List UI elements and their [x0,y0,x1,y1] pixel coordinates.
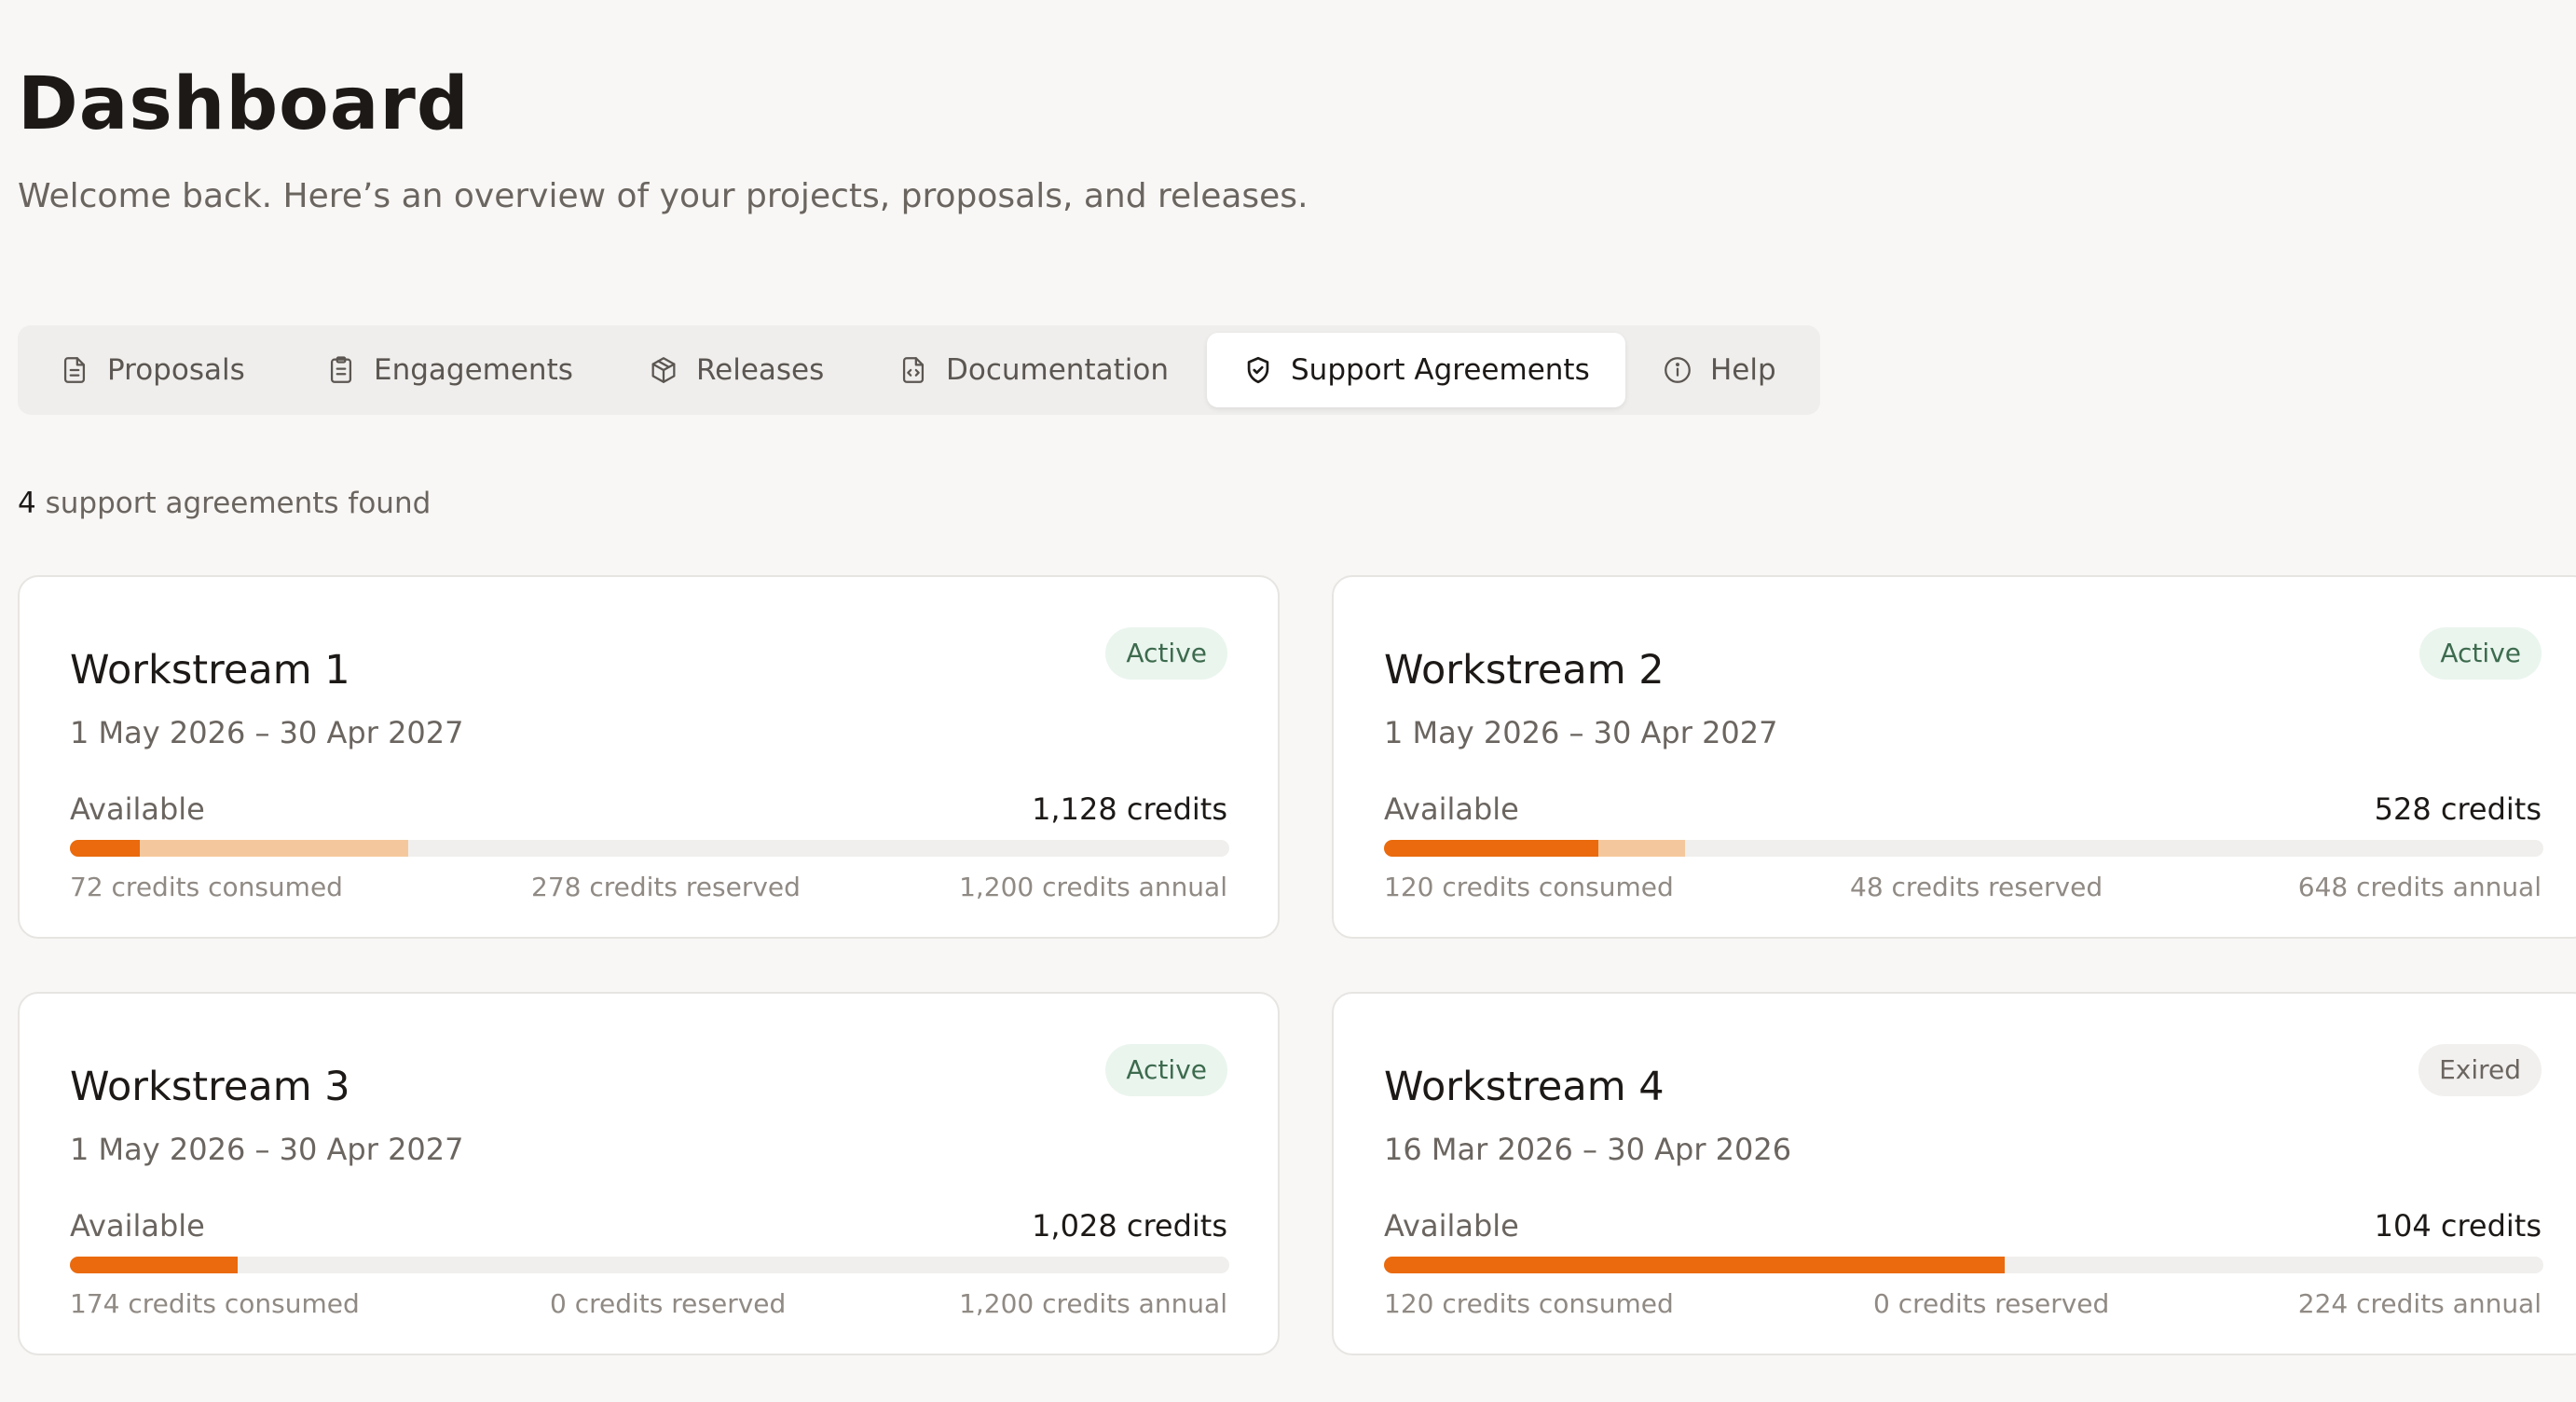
available-credits: 1,128 credits [1032,791,1227,827]
agreement-card[interactable]: Workstream 4 Exired 16 Mar 2026 – 30 Apr… [1332,992,2576,1355]
tab-support-agreements[interactable]: Support Agreements [1207,333,1625,407]
tab-label: Engagements [374,353,573,387]
available-label: Available [70,1208,205,1244]
tab-releases[interactable]: Releases [648,333,824,407]
consumed-segment [70,1257,239,1273]
credit-usage-bar [70,1257,1229,1273]
card-title: Workstream 1 [70,647,350,694]
available-credits: 104 credits [2374,1208,2542,1244]
tab-proposals[interactable]: Proposals [59,333,245,407]
annual-credits: 1,200 credits annual [959,1288,1227,1319]
reserved-segment [139,840,408,857]
tab-documentation[interactable]: Documentation [897,333,1169,407]
tab-engagements[interactable]: Engagements [325,333,573,407]
tab-help[interactable]: Help [1662,333,1776,407]
card-dates: 1 May 2026 – 30 Apr 2027 [70,1132,464,1167]
annual-credits: 224 credits annual [2297,1288,2542,1319]
tab-bar: Proposals Engagements Releases Documenta… [18,325,1820,415]
consumed-credits: 120 credits consumed [1384,872,1674,902]
clipboard-icon [325,354,357,386]
annual-credits: 1,200 credits annual [959,872,1227,902]
agreement-card[interactable]: Workstream 3 Active 1 May 2026 – 30 Apr … [18,992,1280,1355]
consumed-segment [70,840,140,857]
available-label: Available [70,791,205,827]
shield-check-icon [1242,354,1274,386]
card-title: Workstream 2 [1384,647,1665,694]
info-icon [1662,354,1693,386]
credit-usage-bar [1384,1257,2543,1273]
result-count-number: 4 [18,487,36,520]
consumed-segment [1384,840,1599,857]
reserved-credits: 0 credits reserved [550,1288,787,1319]
available-credits: 528 credits [2374,791,2542,827]
agreement-card[interactable]: Workstream 1 Active 1 May 2026 – 30 Apr … [18,575,1280,939]
consumed-credits: 120 credits consumed [1384,1288,1674,1319]
tab-label: Releases [696,353,825,387]
agreement-card[interactable]: Workstream 2 Active 1 May 2026 – 30 Apr … [1332,575,2576,939]
tab-label: Documentation [946,353,1169,387]
package-icon [648,354,679,386]
annual-credits: 648 credits annual [2297,872,2542,902]
dashboard-page: Dashboard Welcome back. Here’s an overvi… [18,0,2576,1402]
reserved-credits: 0 credits reserved [1873,1288,2110,1319]
card-title: Workstream 4 [1384,1064,1665,1110]
available-label: Available [1384,1208,1519,1244]
tab-label: Proposals [107,353,245,387]
consumed-credits: 72 credits consumed [70,872,343,902]
card-dates: 16 Mar 2026 – 30 Apr 2026 [1384,1132,1792,1167]
card-dates: 1 May 2026 – 30 Apr 2027 [70,715,464,750]
reserved-credits: 48 credits reserved [1850,872,2103,902]
tab-label: Help [1710,353,1776,387]
status-badge: Active [1105,627,1227,680]
reserved-segment [1598,840,1685,857]
available-credits: 1,028 credits [1032,1208,1227,1244]
status-badge: Exired [2418,1044,2542,1096]
card-dates: 1 May 2026 – 30 Apr 2027 [1384,715,1778,750]
card-title: Workstream 3 [70,1064,350,1110]
consumed-credits: 174 credits consumed [70,1288,360,1319]
page-title: Dashboard [18,62,470,146]
available-label: Available [1384,791,1519,827]
credit-usage-bar [70,840,1229,857]
tab-label: Support Agreements [1291,353,1590,387]
page-subtitle: Welcome back. Here’s an overview of your… [18,177,1309,215]
consumed-segment [1384,1257,2006,1273]
file-code-icon [897,354,929,386]
result-count-label: support agreements found [45,487,432,520]
credit-usage-bar [1384,840,2543,857]
status-badge: Active [1105,1044,1227,1096]
reserved-credits: 278 credits reserved [531,872,801,902]
document-icon [59,354,90,386]
status-badge: Active [2419,627,2542,680]
result-count: 4 support agreements found [18,480,431,527]
